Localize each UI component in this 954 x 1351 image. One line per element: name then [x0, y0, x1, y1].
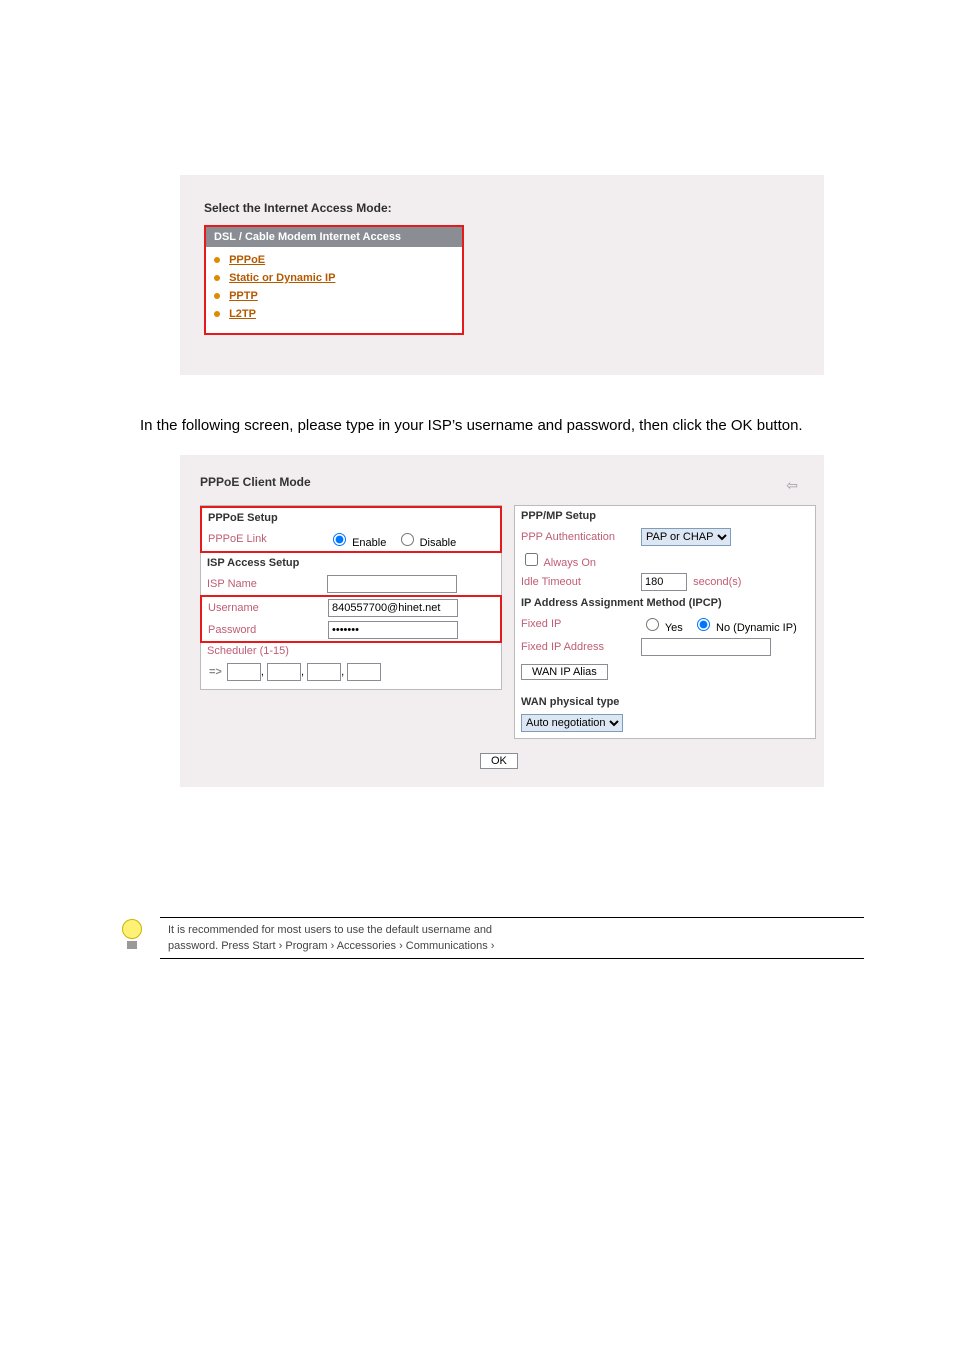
- bullet-icon: [214, 293, 220, 299]
- menu-item-l2tp: L2TP: [214, 305, 462, 323]
- ok-button[interactable]: OK: [480, 753, 518, 769]
- idle-timeout-input[interactable]: [641, 573, 687, 591]
- pppoe-client-title: PPPoE Client Mode: [200, 475, 804, 505]
- idle-timeout-unit: second(s): [693, 576, 741, 588]
- credentials-highlight: Username Password: [200, 595, 502, 643]
- wan-ip-alias-button[interactable]: WAN IP Alias: [521, 664, 608, 680]
- fixed-ip-addr-label: Fixed IP Address: [521, 641, 641, 653]
- radio-enable[interactable]: [333, 533, 346, 546]
- bullet-icon: [214, 275, 220, 281]
- pppoe-setup-header: PPPoE Setup: [202, 508, 500, 528]
- pppoe-client-panel: PPPoE Client Mode ⇦ PPPoE Setup PPPoE Li…: [180, 455, 824, 787]
- instruction-paragraph: In the following screen, please type in …: [140, 415, 844, 437]
- radio-enable-label: Enable: [352, 537, 386, 549]
- pppmp-group: PPP/MP Setup PPP Authentication PAP or C…: [514, 505, 816, 739]
- link-pppoe[interactable]: PPPoE: [229, 254, 265, 266]
- pppoe-link-highlight: PPPoE Setup PPPoE Link Enable Disable: [200, 506, 502, 553]
- scheduler-input-2[interactable]: [267, 663, 301, 681]
- link-pptp[interactable]: PPTP: [229, 290, 258, 302]
- always-on-label: Always On: [543, 557, 596, 569]
- radio-disable-label: Disable: [420, 537, 457, 549]
- username-input[interactable]: [328, 599, 458, 617]
- access-mode-heading: Select the Internet Access Mode:: [204, 201, 824, 215]
- always-on-checkbox[interactable]: [525, 553, 538, 566]
- menu-item-pptp: PPTP: [214, 287, 462, 305]
- password-input[interactable]: [328, 621, 458, 639]
- scheduler-arrow-icon: =>: [209, 666, 222, 678]
- tip-box: It is recommended for most users to use …: [160, 917, 864, 959]
- fixed-ip-yes[interactable]: [646, 618, 659, 631]
- pppoe-setup-group: PPPoE Setup PPPoE Link Enable Disable: [200, 505, 502, 690]
- wan-phys-select[interactable]: Auto negotiation: [521, 714, 623, 732]
- fixed-ip-label: Fixed IP: [521, 618, 641, 630]
- pppmp-header: PPP/MP Setup: [515, 506, 815, 526]
- access-mode-list: PPPoE Static or Dynamic IP PPTP L2TP: [206, 247, 462, 333]
- menu-item-static: Static or Dynamic IP: [214, 269, 462, 287]
- username-label: Username: [208, 602, 328, 614]
- fixed-ip-no[interactable]: [697, 618, 710, 631]
- isp-access-header: ISP Access Setup: [201, 553, 501, 573]
- tip-line-1: It is recommended for most users to use …: [168, 920, 856, 936]
- scheduler-input-1[interactable]: [227, 663, 261, 681]
- password-label: Password: [208, 624, 328, 636]
- isp-name-label: ISP Name: [207, 578, 327, 590]
- link-l2tp[interactable]: L2TP: [229, 308, 256, 320]
- scheduler-input-4[interactable]: [347, 663, 381, 681]
- tip-line-2: password. Press Start › Program › Access…: [168, 936, 856, 952]
- fixed-ip-no-label: No (Dynamic IP): [716, 622, 797, 634]
- ipcp-header: IP Address Assignment Method (IPCP): [515, 593, 815, 613]
- scheduler-input-3[interactable]: [307, 663, 341, 681]
- link-static[interactable]: Static or Dynamic IP: [229, 272, 335, 284]
- menu-item-pppoe: PPPoE: [214, 251, 462, 269]
- back-icon[interactable]: ⇦: [786, 477, 798, 494]
- auth-select[interactable]: PAP or CHAP: [641, 528, 731, 546]
- scheduler-label: Scheduler (1-15): [207, 645, 327, 657]
- tip-section: It is recommended for most users to use …: [120, 917, 864, 959]
- bullet-icon: [214, 311, 220, 317]
- bullet-icon: [214, 257, 220, 263]
- pppoe-link-label: PPPoE Link: [208, 533, 328, 545]
- access-mode-panel: Select the Internet Access Mode: DSL / C…: [180, 175, 824, 375]
- idle-timeout-label: Idle Timeout: [521, 576, 641, 588]
- access-mode-bar: DSL / Cable Modem Internet Access: [206, 227, 462, 247]
- wan-phys-header: WAN physical type: [515, 692, 815, 712]
- radio-disable[interactable]: [401, 533, 414, 546]
- isp-name-input[interactable]: [327, 575, 457, 593]
- fixed-ip-addr-input[interactable]: [641, 638, 771, 656]
- auth-label: PPP Authentication: [521, 531, 641, 543]
- lightbulb-icon: [120, 919, 144, 949]
- scheduler-row: => , , ,: [201, 659, 501, 689]
- access-mode-box: DSL / Cable Modem Internet Access PPPoE …: [204, 225, 464, 335]
- fixed-ip-yes-label: Yes: [665, 622, 683, 634]
